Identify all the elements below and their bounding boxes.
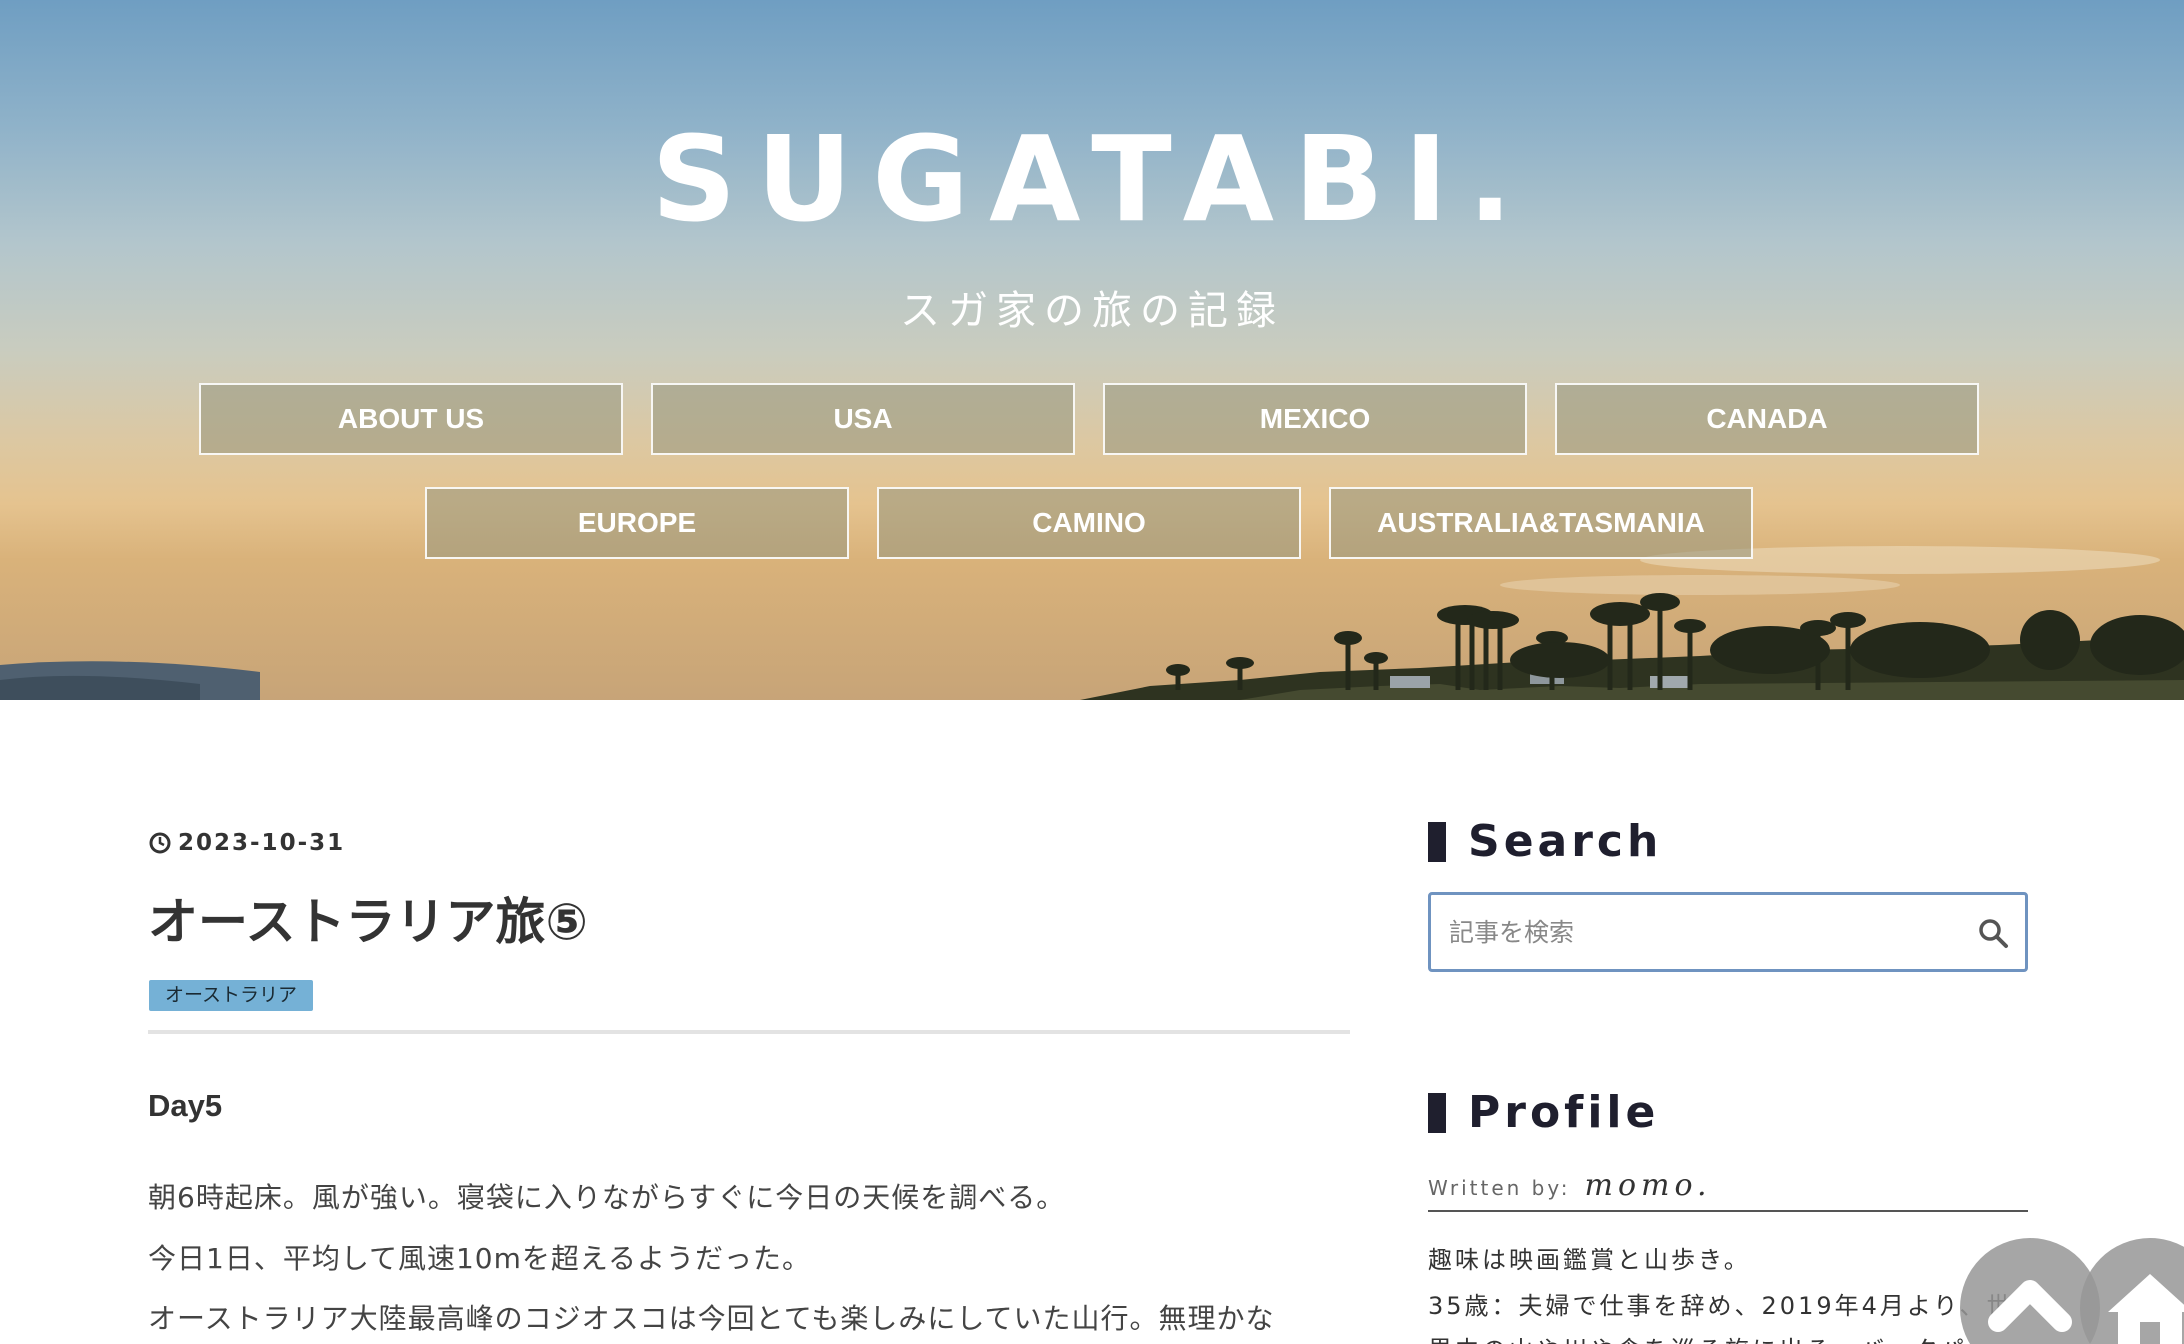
title-divider [148,1030,1350,1034]
section-heading: Day5 [148,1088,223,1123]
profile-text: 趣味は映画鑑賞と山歩き。 [1428,1246,1751,1274]
search-widget-label: Search [1468,816,1663,867]
hero-landscape-image [0,546,2184,700]
post-date-text: 2023-10-31 [178,830,346,856]
home-icon [2108,1274,2184,1344]
post-title: オーストラリア旅⑤ [148,893,588,951]
nav-item-europe[interactable]: EUROPE [425,487,849,559]
clock-icon [149,832,171,854]
nav-item-canada[interactable]: CANADA [1555,383,1979,455]
profile-widget-title: Profile [1428,1087,1659,1138]
nav-item-australia-tasmania[interactable]: AUSTRALIA&TASMANIA [1329,487,1753,559]
paragraph: オーストラリア大陸最高峰のコジオスコは今回とても楽しみにしていた山行。無理かな [148,1302,1275,1335]
author-line: Written by: momo. [1428,1168,2028,1212]
site-subtitle: スガ家の旅の記録 [900,288,1284,334]
nav-item-usa[interactable]: USA [651,383,1075,455]
search-widget-title: Search [1428,816,1662,867]
nav-item-about-us[interactable]: ABOUT US [199,383,623,455]
profile-text: 35歳：夫婦で仕事を辞め、2019年4月より、世 [1428,1292,2014,1320]
nav-item-mexico[interactable]: MEXICO [1103,383,1527,455]
chevron-up-icon [1988,1280,2072,1332]
written-by-label: Written by: [1428,1176,1571,1200]
search-icon[interactable] [1977,917,2009,949]
scroll-top-button[interactable] [1960,1238,2100,1344]
search-form [1428,892,2028,972]
author-name: momo. [1584,1168,1712,1203]
home-button[interactable] [2080,1238,2184,1344]
hero-header: SUGATABI. スガ家の旅の記録 ABOUT US USA MEXICO C… [0,0,2184,700]
profile-widget-label: Profile [1468,1087,1660,1138]
category-badge[interactable]: オーストラリア [149,980,314,1011]
site-title[interactable]: SUGATABI. [0,110,2184,248]
post-date: 2023-10-31 [148,830,345,856]
title-bar-decoration [1428,1092,1446,1133]
nav-item-camino[interactable]: CAMINO [877,487,1301,559]
profile-text: 界中の山や川や食を巡る旅に出る。バックパッ [1428,1330,1994,1344]
search-input[interactable] [1449,895,1969,969]
title-bar-decoration [1428,821,1446,862]
paragraph: 朝6時起床。風が強い。寝袋に入りながらすぐに今日の天候を調べる。 [148,1181,1066,1214]
paragraph: 今日1日、平均して風速10mを超えるようだった。 [148,1242,812,1275]
